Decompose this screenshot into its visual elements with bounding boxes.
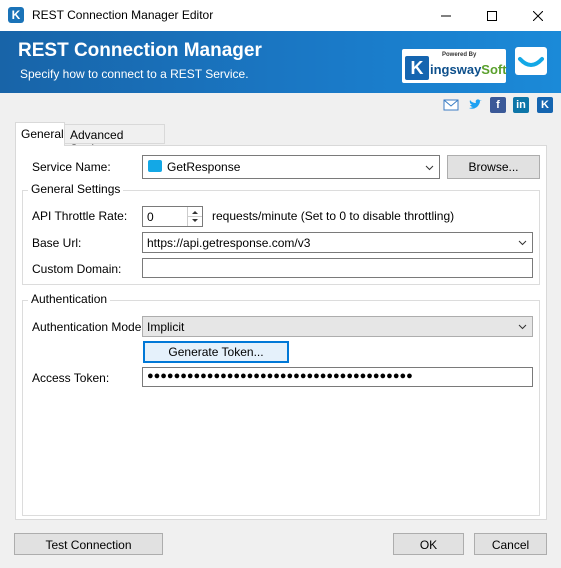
access-token-label: Access Token: [32, 371, 110, 385]
chevron-down-icon [518, 240, 527, 246]
banner-title: REST Connection Manager [18, 40, 262, 61]
auth-mode-value: Implicit [147, 320, 185, 334]
title-bar[interactable]: K REST Connection Manager Editor [0, 0, 561, 31]
throttle-hint: requests/minute (Set to 0 to disable thr… [212, 209, 455, 223]
kingswaysoft-icon[interactable]: K [537, 97, 553, 113]
getresponse-service-icon [148, 160, 162, 172]
app-icon: K [8, 7, 24, 23]
getresponse-logo-icon [514, 45, 548, 77]
header-banner: REST Connection Manager Specify how to c… [0, 31, 561, 93]
logo-powered-by: Powered By [442, 52, 477, 58]
base-url-value: https://api.getresponse.com/v3 [147, 236, 311, 250]
logo-text: ingswaySoft [430, 62, 507, 77]
banner-subtitle: Specify how to connect to a REST Service… [20, 67, 249, 81]
tab-advanced-settings[interactable]: Advanced Settings [64, 124, 165, 156]
auth-mode-label: Authentication Mode: [32, 320, 145, 334]
custom-domain-label: Custom Domain: [32, 262, 122, 276]
minimize-button[interactable] [423, 0, 469, 31]
maximize-button[interactable] [469, 0, 515, 31]
cancel-button[interactable]: Cancel [474, 533, 547, 555]
service-name-combobox[interactable]: GetResponse [142, 155, 440, 179]
spinner-arrows-icon [188, 211, 202, 222]
service-name-value: GetResponse [167, 160, 241, 174]
throttle-rate-value: 0 [147, 210, 154, 224]
generate-token-button[interactable]: Generate Token... [143, 341, 289, 363]
linkedin-icon[interactable]: in [513, 97, 529, 113]
close-button[interactable] [515, 0, 561, 31]
email-icon[interactable] [443, 97, 459, 113]
base-url-label: Base Url: [32, 236, 82, 250]
minimize-icon [441, 15, 451, 16]
base-url-combobox[interactable]: https://api.getresponse.com/v3 [142, 232, 533, 253]
chevron-down-icon [425, 165, 434, 171]
tab-general[interactable]: General [15, 122, 65, 146]
throttle-rate-input[interactable]: 0 [142, 206, 203, 227]
kingswaysoft-logo: Powered By K ingswaySoft [402, 49, 507, 83]
maximize-icon [487, 10, 497, 21]
twitter-icon[interactable] [467, 97, 483, 113]
window-title: REST Connection Manager Editor [32, 8, 214, 22]
logo-k: K [405, 56, 429, 80]
browse-button[interactable]: Browse... [447, 155, 540, 179]
test-connection-button[interactable]: Test Connection [14, 533, 163, 555]
logo-kingsway: ingsway [430, 62, 482, 77]
social-links-bar: f in K [0, 93, 561, 120]
ok-button[interactable]: OK [393, 533, 464, 555]
auth-mode-combobox[interactable]: Implicit [142, 316, 533, 337]
service-name-label: Service Name: [32, 160, 111, 174]
facebook-icon[interactable]: f [490, 97, 506, 113]
chevron-down-icon [518, 324, 527, 330]
authentication-title: Authentication [28, 292, 111, 306]
access-token-input[interactable]: ●●●●●●●●●●●●●●●●●●●●●●●●●●●●●●●●●●●●●●●● [142, 367, 533, 387]
throttle-spinner[interactable] [187, 207, 202, 226]
custom-domain-input[interactable] [142, 258, 533, 278]
logo-soft: Soft [481, 62, 507, 77]
general-settings-title: General Settings [28, 182, 124, 196]
throttle-label: API Throttle Rate: [32, 209, 128, 223]
close-icon [533, 10, 543, 21]
